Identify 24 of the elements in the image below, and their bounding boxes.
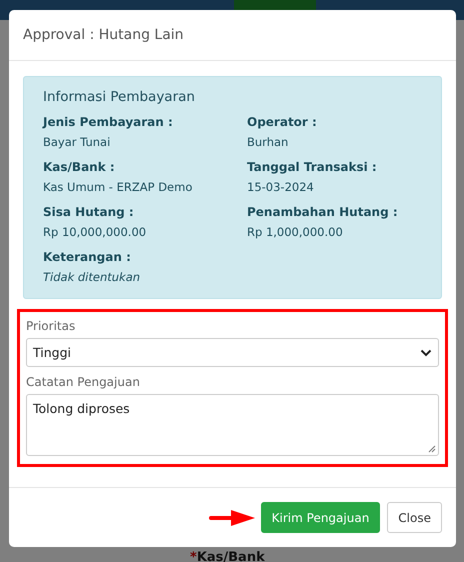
info-value: Rp 1,000,000.00 xyxy=(247,225,344,239)
info-label: Sisa Hutang : xyxy=(43,205,135,219)
info-value: Rp 10,000,000.00 xyxy=(43,225,148,239)
info-label: Kas/Bank : xyxy=(43,160,116,174)
field-label: Catatan Pengajuan xyxy=(26,375,141,389)
chevron-down-icon xyxy=(420,348,432,356)
info-label: Penambahan Hutang : xyxy=(247,205,399,219)
info-label: Jenis Pembayaran : xyxy=(43,115,174,129)
info-value: Tidak ditentukan xyxy=(43,270,142,284)
info-value: 15-03-2024 xyxy=(247,180,315,194)
info-label: Tanggal Transaksi : xyxy=(247,160,378,174)
info-label: Operator : xyxy=(247,115,318,129)
info-value: Bayar Tunai xyxy=(43,135,112,149)
resize-grip-icon xyxy=(428,445,436,453)
panel-heading: Informasi Pembayaran xyxy=(43,89,196,105)
field-label: Prioritas xyxy=(26,319,76,333)
info-label: Keterangan : xyxy=(43,250,132,264)
field-label: *Kas/Bank xyxy=(190,550,265,562)
priority-select[interactable]: Tinggi xyxy=(26,338,439,367)
close-button[interactable]: Close xyxy=(387,502,442,533)
info-value: Kas Umum - ERZAP Demo xyxy=(43,180,194,194)
note-field[interactable]: Tolong diproses xyxy=(26,394,439,456)
info-value: Burhan xyxy=(247,135,290,149)
dialog-title: Approval : Hutang Lain xyxy=(23,27,184,43)
